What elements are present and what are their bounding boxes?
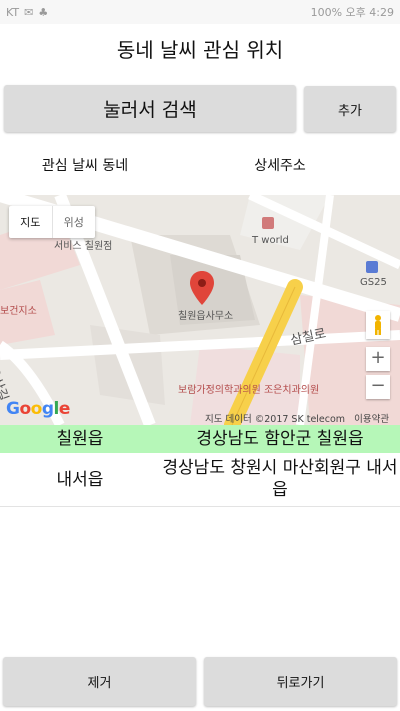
map-label-tworld: T world: [252, 235, 289, 246]
column-header-neighborhood: 관심 날씨 동네: [41, 158, 129, 174]
location-row-selected[interactable]: 칠원읍 경상남도 함안군 칠원읍: [0, 425, 400, 453]
location-name: 칠원읍: [56, 429, 104, 449]
map-view[interactable]: 지도 위성 서비스 칠원점 T world GS25 보건지소 칠원읍사무소 삼…: [0, 195, 400, 425]
map-poi-gs25-icon: [366, 261, 378, 273]
remove-button[interactable]: 제거: [3, 657, 196, 706]
map-label-clinic: 보람가정의학과의원 조은치과의원: [178, 385, 320, 396]
status-right: 100% 오후 4:29: [310, 6, 394, 19]
add-button[interactable]: 추가: [304, 86, 396, 132]
status-bar: KT ✉ ♣ 100% 오후 4:29: [0, 0, 400, 24]
page-title: 동네 날씨 관심 위치: [116, 38, 284, 62]
location-address: 경상남도 창원시 마산회원구 내서읍: [162, 458, 398, 500]
screen: KT ✉ ♣ 100% 오후 4:29 동네 날씨 관심 위치 눌러서 검색 추…: [0, 0, 400, 711]
app-notification-icon: ♣: [38, 5, 49, 19]
map-label-service: 서비스 칠원점: [54, 241, 113, 252]
notification-icon: ✉: [24, 5, 34, 19]
back-button[interactable]: 뒤로가기: [204, 657, 397, 706]
street-view-pegman-icon[interactable]: [366, 311, 390, 339]
location-address: 경상남도 함안군 칠원읍: [196, 429, 364, 449]
map-type-toggle[interactable]: 지도 위성: [9, 206, 95, 238]
map-poi-tworld-icon: [262, 217, 274, 229]
map-terms-link[interactable]: 이용약관: [354, 414, 389, 425]
map-label-office: 칠원읍사무소: [178, 311, 234, 322]
search-button[interactable]: 눌러서 검색: [4, 85, 296, 132]
map-tab-satellite[interactable]: 위성: [51, 206, 96, 238]
location-pin-icon[interactable]: [190, 271, 214, 305]
zoom-out-button[interactable]: −: [366, 375, 390, 399]
map-tab-map[interactable]: 지도: [9, 206, 52, 238]
map-label-gs25: GS25: [360, 277, 387, 288]
column-header-address: 상세주소: [254, 158, 306, 174]
location-name: 내서읍: [56, 469, 104, 490]
location-row[interactable]: 내서읍 경상남도 창원시 마산회원구 내서읍: [0, 453, 400, 507]
map-attribution: 지도 데이터 ©2017 SK telecom 이용약관: [205, 411, 400, 425]
carrier-label: KT: [6, 5, 20, 19]
map-label-health-center: 보건지소: [0, 306, 37, 317]
zoom-in-button[interactable]: +: [366, 347, 390, 371]
map-attribution-text: 지도 데이터 ©2017 SK telecom: [205, 414, 346, 425]
google-logo: Google: [6, 399, 70, 419]
